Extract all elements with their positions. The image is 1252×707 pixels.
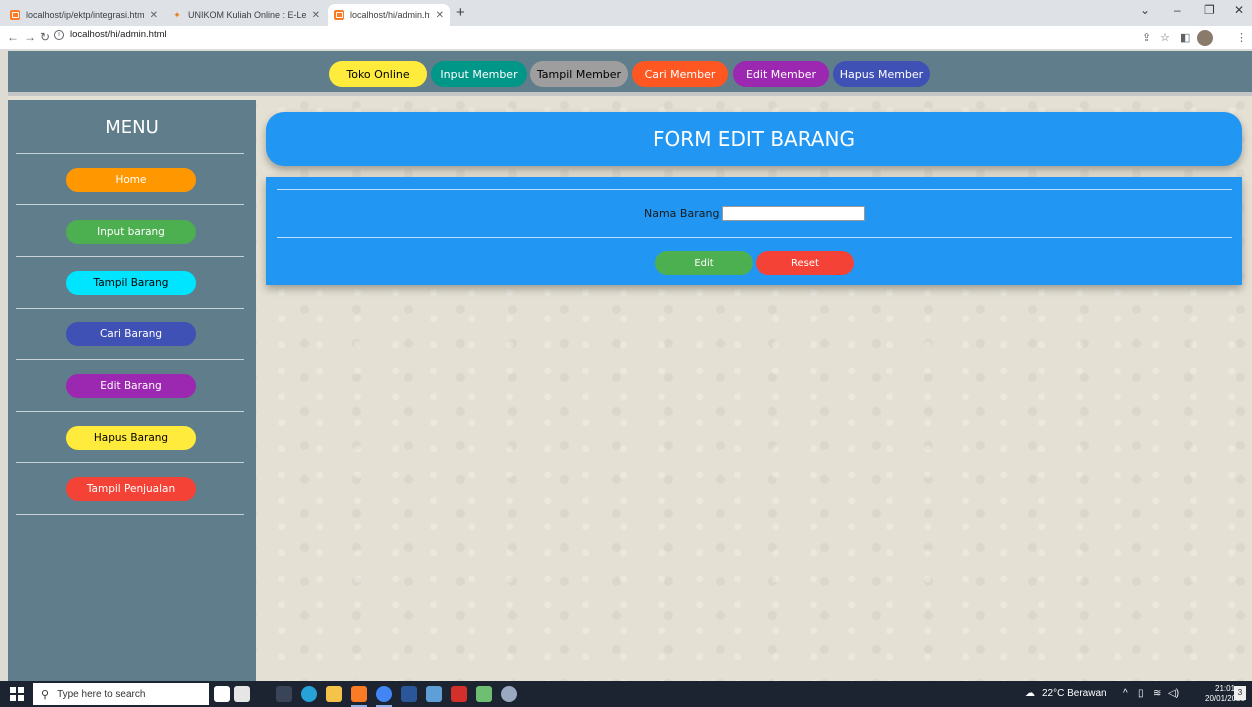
divider [16,308,244,309]
back-icon[interactable]: ← [7,30,19,44]
file-explorer-icon[interactable] [326,686,342,702]
browser-tab-admin[interactable]: localhost/hi/admin.html ✕ [328,4,450,26]
side-panel-icon[interactable]: ◧ [1180,31,1190,44]
chrome-icon[interactable] [376,686,392,707]
tab-search-icon[interactable]: ⌄ [1140,3,1150,17]
edit-button[interactable]: Edit [655,251,753,275]
nav-toko-online[interactable]: Toko Online [329,61,427,87]
taskbar-search[interactable]: ⚲ Type here to search [33,683,209,705]
acrobat-icon[interactable] [451,686,467,702]
divider [16,462,244,463]
search-placeholder: Type here to search [57,688,146,700]
url-text: localhost/hi/admin.html [70,29,167,40]
volume-icon[interactable]: ◁) [1168,688,1179,699]
divider [16,411,244,412]
divider [16,153,244,154]
chevron-up-icon[interactable]: ^ [1123,688,1128,699]
sidebar-item-tampil-penjualan[interactable]: Tampil Penjualan [66,477,196,501]
paint-icon[interactable] [501,686,517,702]
form-title: FORM EDIT BARANG [266,112,1242,166]
divider [16,514,244,515]
tab-title: localhost/hi/admin.html [350,10,430,20]
edge-icon[interactable] [301,686,317,702]
penguin-icon [234,686,250,702]
minimize-icon[interactable]: – [1174,3,1181,17]
info-icon[interactable]: i [54,29,64,40]
nav-hapus-member[interactable]: Hapus Member [833,61,930,87]
notepad-icon[interactable] [476,686,492,702]
nav-tampil-member[interactable]: Tampil Member [530,61,628,87]
edit-form: Nama Barang : Edit Reset [266,177,1242,285]
sidebar: MENU Home Input barang Tampil Barang Car… [8,100,256,681]
tab-title: localhost/ip/ektp/integrasi.html [26,10,144,20]
sidebar-item-home[interactable]: Home [66,168,196,192]
divider [16,204,244,205]
divider [277,189,1232,190]
network-icon[interactable]: ≋ [1153,688,1161,699]
close-tab-icon[interactable]: ✕ [150,10,158,21]
xampp-icon [334,10,344,20]
sidebar-item-input-barang[interactable]: Input barang [66,220,196,244]
sidebar-item-tampil-barang[interactable]: Tampil Barang [66,271,196,295]
browser-tab-integrasi[interactable]: localhost/ip/ektp/integrasi.html ✕ [4,4,164,26]
restore-icon[interactable]: ❐ [1204,3,1215,17]
divider [16,359,244,360]
task-view-icon[interactable] [276,686,292,702]
taskbar: ⚲ Type here to search ☁ 22°C Berawan ^ ▯… [0,681,1252,707]
nav-cari-member[interactable]: Cari Member [632,61,728,87]
divider [16,256,244,257]
penguin-icon [214,686,230,702]
browser-tab-unikom[interactable]: ✦ UNIKOM Kuliah Online : E-Learn ✕ [166,4,326,26]
tab-title: UNIKOM Kuliah Online : E-Learn [188,10,306,20]
xampp-icon [10,10,20,20]
sidebar-item-hapus-barang[interactable]: Hapus Barang [66,426,196,450]
nama-barang-label: Nama Barang : [644,207,727,220]
forward-icon[interactable]: → [24,30,36,44]
more-menu-icon[interactable]: ⋮ [1236,31,1247,44]
new-tab-button[interactable]: + [456,4,465,21]
nav-input-member[interactable]: Input Member [431,61,527,87]
nama-barang-input[interactable] [722,206,865,221]
reset-button[interactable]: Reset [756,251,854,275]
battery-icon[interactable]: ▯ [1138,688,1144,699]
page-content: Toko Online Input Member Tampil Member C… [8,51,1252,681]
weather-icon[interactable]: ☁ [1025,688,1035,699]
bookmark-star-icon[interactable]: ☆ [1160,31,1170,44]
word-icon[interactable] [401,686,417,702]
url-field[interactable]: i localhost/hi/admin.html [54,29,167,40]
sidebar-item-edit-barang[interactable]: Edit Barang [66,374,196,398]
share-icon[interactable]: ⇪ [1142,31,1151,44]
close-window-icon[interactable]: ✕ [1234,3,1244,17]
app-icon[interactable] [426,686,442,702]
close-tab-icon[interactable]: ✕ [312,10,320,21]
search-icon: ⚲ [41,688,50,701]
nav-edit-member[interactable]: Edit Member [733,61,829,87]
windows-start-icon[interactable] [10,687,24,701]
divider [277,237,1232,238]
top-nav: Toko Online Input Member Tampil Member C… [8,51,1252,96]
close-tab-icon[interactable]: ✕ [436,10,444,21]
profile-avatar[interactable] [1197,30,1213,46]
sidebar-item-cari-barang[interactable]: Cari Barang [66,322,196,346]
reload-icon[interactable]: ↻ [40,30,50,44]
notification-icon[interactable]: 3 [1234,686,1246,700]
moodle-icon: ✦ [173,9,181,20]
browser-tab-bar: localhost/ip/ektp/integrasi.html ✕ ✦ UNI… [0,0,1252,26]
address-bar: ← → ↻ i localhost/hi/admin.html ⇪ ☆ ◧ ⋮ [0,26,1252,50]
xampp-icon[interactable] [351,686,367,707]
weather-text[interactable]: 22°C Berawan [1042,688,1107,699]
menu-title: MENU [105,117,159,138]
